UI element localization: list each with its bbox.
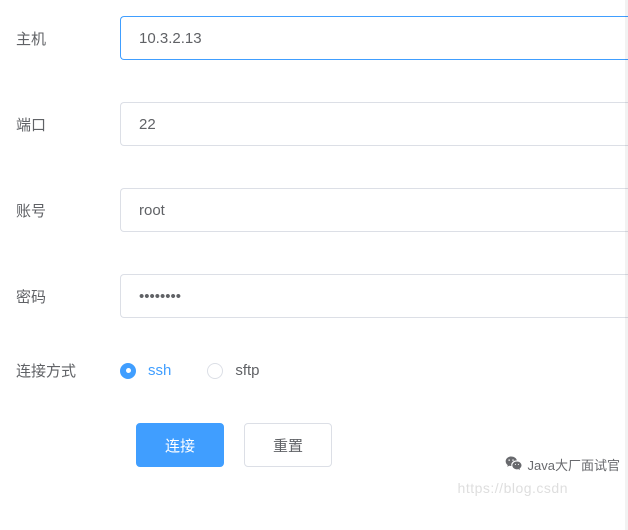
watermark: Java大厂面试官 — [504, 454, 620, 474]
radio-icon — [120, 363, 136, 379]
host-row: 主机 — [16, 16, 628, 60]
method-label: 连接方式 — [16, 360, 120, 381]
radio-ssh-label: ssh — [148, 362, 171, 379]
method-row: 连接方式 ssh sftp — [16, 360, 628, 381]
account-input[interactable] — [120, 188, 628, 232]
host-input[interactable] — [120, 16, 628, 60]
password-input[interactable] — [120, 274, 628, 318]
wechat-icon — [504, 454, 524, 474]
account-label: 账号 — [16, 200, 120, 221]
connection-form: 主机 端口 账号 密码 连接方式 ssh sftp 连接 重置 — [0, 0, 628, 467]
password-row: 密码 — [16, 274, 628, 318]
url-watermark: https://blog.csdn — [458, 480, 568, 496]
account-row: 账号 — [16, 188, 628, 232]
radio-sftp[interactable]: sftp — [207, 362, 259, 379]
port-input[interactable] — [120, 102, 628, 146]
port-row: 端口 — [16, 102, 628, 146]
method-radio-group: ssh sftp — [120, 362, 260, 379]
radio-ssh[interactable]: ssh — [120, 362, 171, 379]
radio-icon — [207, 363, 223, 379]
connect-button[interactable]: 连接 — [136, 423, 224, 467]
watermark-text: Java大厂面试官 — [528, 455, 620, 474]
radio-sftp-label: sftp — [235, 362, 259, 379]
port-label: 端口 — [16, 114, 120, 135]
host-label: 主机 — [16, 28, 120, 49]
password-label: 密码 — [16, 286, 120, 307]
reset-button[interactable]: 重置 — [244, 423, 332, 467]
